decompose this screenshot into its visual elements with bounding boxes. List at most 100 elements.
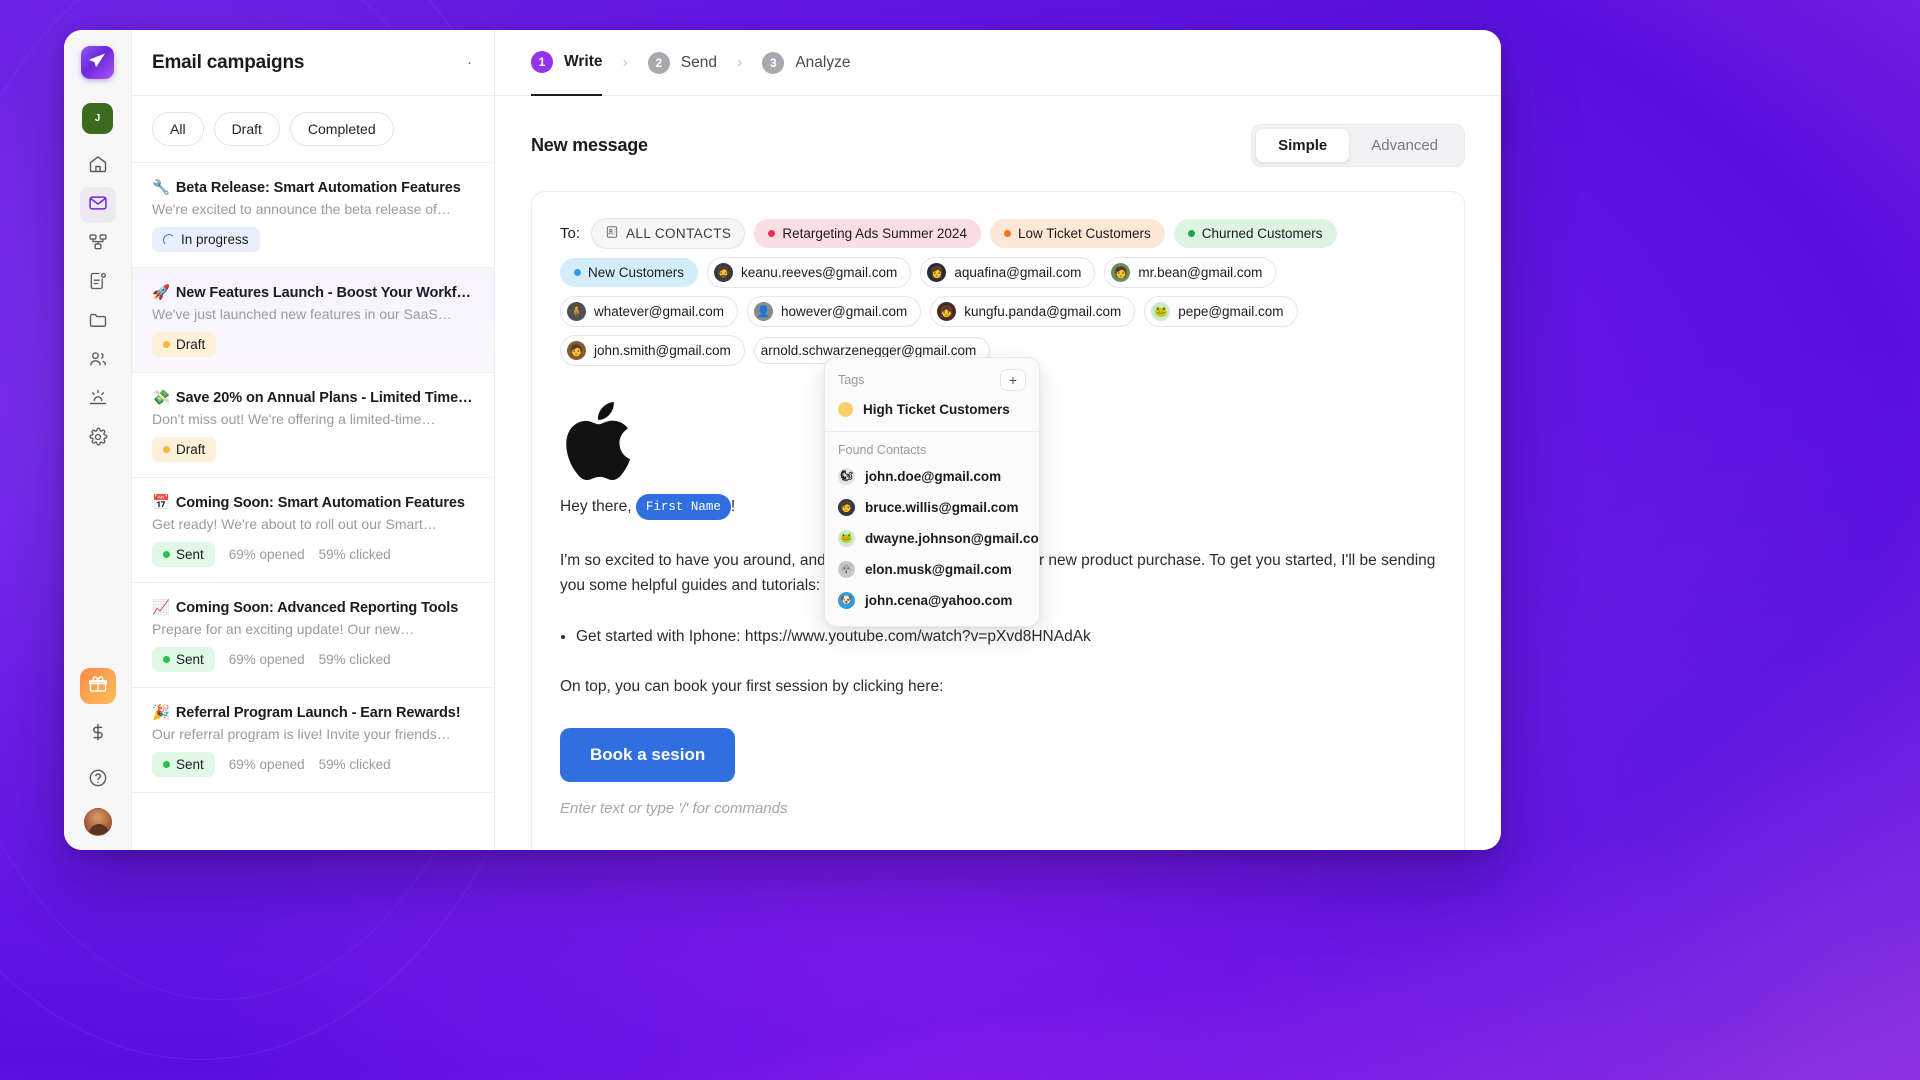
gear-icon [88, 427, 108, 452]
list-item[interactable]: 📈 Coming Soon: Advanced Reporting Tools P… [132, 583, 494, 688]
add-tag-button[interactable]: + [1000, 369, 1026, 391]
sidebar-rail: J [64, 30, 132, 850]
sidebar-item-rewards[interactable] [79, 668, 116, 704]
more-options-icon[interactable]: · [467, 55, 472, 70]
status-badge: Sent [152, 542, 215, 567]
avatar: 🐸 [838, 530, 855, 547]
campaign-filters: All Draft Completed [132, 96, 494, 163]
folder-icon [88, 310, 108, 335]
greeting-prefix: Hey there, [560, 498, 632, 515]
sidebar-item-home[interactable] [80, 148, 116, 184]
campaign-meta: In progress [152, 227, 474, 252]
filter-completed[interactable]: Completed [289, 112, 394, 146]
spinner-icon [163, 233, 175, 246]
step-label: Send [680, 53, 718, 71]
recipient-tag-chip[interactable]: Retargeting Ads Summer 2024 [754, 219, 981, 248]
tag-contact-dropdown[interactable]: Tags + High Ticket Customers Found Conta… [824, 357, 1040, 627]
filter-all[interactable]: All [152, 112, 204, 146]
recipient-email-chip[interactable]: 🧍 whatever@gmail.com [560, 296, 738, 327]
sidebar-item-automations[interactable] [80, 382, 116, 418]
list-item[interactable]: 💸 Save 20% on Annual Plans - Limited Tim… [132, 373, 494, 478]
campaign-list-panel: Email campaigns · All Draft Completed 🔧 … [132, 30, 495, 850]
recipient-email-chip[interactable]: 🐸 pepe@gmail.com [1144, 296, 1298, 327]
dropdown-contact-email: dwayne.johnson@gmail.com [865, 531, 1040, 546]
sidebar-item-files[interactable] [80, 304, 116, 340]
merge-tag-first-name[interactable]: First Name [635, 494, 731, 521]
tab-simple[interactable]: Simple [1256, 129, 1350, 162]
sidebar-item-contacts[interactable] [80, 343, 116, 379]
dropdown-contact-email: john.cena@yahoo.com [865, 593, 1013, 608]
campaign-emoji: 🚀 [152, 285, 170, 301]
sidebar-item-workflows[interactable] [80, 226, 116, 262]
recipient-email-chip[interactable]: 👧 kungfu.panda@gmail.com [930, 296, 1136, 327]
tab-step-analyze[interactable]: 3 Analyze [762, 30, 851, 96]
editor-placeholder[interactable]: Enter text or type '/' for commands [560, 800, 1436, 817]
recipient-email-chip[interactable]: 👩 aquafina@gmail.com [920, 257, 1096, 288]
recipient-tag-chip[interactable]: Low Ticket Customers [989, 219, 1165, 248]
list-item[interactable]: 🔧 Beta Release: Smart Automation Feature… [132, 163, 494, 268]
dropdown-contacts-list[interactable]: 🐿 john.doe@gmail.com 🧑 bruce.willis@gmail.c… [825, 461, 1039, 626]
compose-area: New message Simple Advanced To: ALL CONT… [495, 96, 1501, 850]
tab-advanced[interactable]: Advanced [1349, 129, 1460, 162]
dropdown-contact-item[interactable]: 🐿 john.doe@gmail.com [825, 461, 1039, 492]
workspace-avatar[interactable]: J [82, 103, 113, 134]
question-circle-icon [88, 768, 108, 793]
dropdown-contact-item[interactable]: 🐸 dwayne.johnson@gmail.com [825, 523, 1039, 554]
dropdown-contact-email: john.doe@gmail.com [865, 469, 1002, 484]
campaign-preview: Don't miss out! We're offering a limited… [152, 411, 436, 427]
avatar: 🧑 [567, 341, 586, 360]
dropdown-contact-item[interactable]: 🐶 john.cena@yahoo.com [825, 585, 1039, 616]
tab-step-send[interactable]: 2 Send [647, 30, 718, 96]
status-label: Draft [176, 442, 206, 457]
campaign-preview: Our referral program is live! Invite you… [152, 726, 451, 742]
sidebar-item-notifications[interactable] [80, 265, 116, 301]
recipient-email-chip[interactable]: 🧑 john.smith@gmail.com [560, 335, 745, 366]
new-message-title: New message [531, 135, 648, 155]
compose-header: New message Simple Advanced [531, 124, 1465, 167]
campaign-list[interactable]: 🔧 Beta Release: Smart Automation Feature… [132, 163, 494, 850]
avatar: 🐸 [1151, 302, 1171, 321]
body-bullet-list: Get started with Iphone: https://www.you… [560, 628, 1436, 646]
campaign-emoji: 🔧 [152, 180, 170, 196]
avatar: 👩 [927, 263, 947, 282]
tag-dot [768, 230, 776, 237]
sidebar-item-help[interactable] [80, 762, 116, 798]
status-badge: In progress [152, 227, 260, 252]
avatar[interactable] [83, 808, 112, 836]
sidebar-item-settings[interactable] [80, 421, 116, 457]
recipient-email-chip[interactable]: 🧑 mr.bean@gmail.com [1104, 257, 1277, 288]
list-item[interactable]: 📅 Coming Soon: Smart Automation Features… [132, 478, 494, 583]
recipient-tag-chip[interactable]: Churned Customers [1173, 219, 1337, 248]
recipient-email: however@gmail.com [781, 304, 908, 319]
recipient-tag-chip[interactable]: ALL CONTACTS [591, 218, 746, 249]
dropdown-contact-item[interactable]: 🧑 bruce.willis@gmail.com [825, 492, 1039, 523]
sunrise-icon [88, 388, 108, 413]
tab-step-write[interactable]: 1 Write [531, 30, 603, 96]
status-badge: Draft [152, 332, 217, 357]
sidebar-item-mail[interactable] [79, 187, 116, 223]
avatar: 🐿 [838, 468, 855, 485]
list-item[interactable]: 🚀 New Features Launch - Boost Your Workf… [132, 268, 494, 373]
view-mode-toggle: Simple Advanced [1251, 124, 1465, 167]
tag-dot [574, 269, 581, 276]
recipient-tag-chip[interactable]: New Customers [560, 258, 699, 287]
recipient-email-chip[interactable]: 👤 however@gmail.com [747, 296, 922, 327]
dropdown-contact-item[interactable]: 🐺 elon.musk@gmail.com [825, 554, 1039, 585]
book-session-button[interactable]: Book a sesion [560, 727, 736, 782]
mail-icon [88, 193, 108, 218]
recipients-row[interactable]: To: ALL CONTACTS Retargeting Ads Summer 2… [560, 218, 1436, 366]
recipient-email-chip[interactable]: 🧔 keanu.reeves@gmail.com [707, 257, 912, 288]
sidebar-item-billing[interactable] [80, 716, 116, 752]
list-item[interactable]: 🎉 Referral Program Launch - Earn Rewards… [132, 688, 494, 793]
dropdown-tag-item[interactable]: High Ticket Customers [825, 395, 1039, 424]
status-label: Sent [176, 757, 204, 772]
avatar: 🧑 [838, 499, 855, 516]
tag-color-dot [838, 402, 853, 417]
tag-label: Retargeting Ads Summer 2024 [782, 226, 967, 241]
greeting-suffix: ! [730, 498, 736, 515]
dropdown-tags-list[interactable]: High Ticket Customers [825, 395, 1039, 424]
avatar: 🧍 [567, 302, 586, 321]
filter-draft[interactable]: Draft [213, 112, 280, 146]
tags-header-label: Tags [838, 373, 865, 387]
app-logo[interactable] [81, 46, 114, 79]
